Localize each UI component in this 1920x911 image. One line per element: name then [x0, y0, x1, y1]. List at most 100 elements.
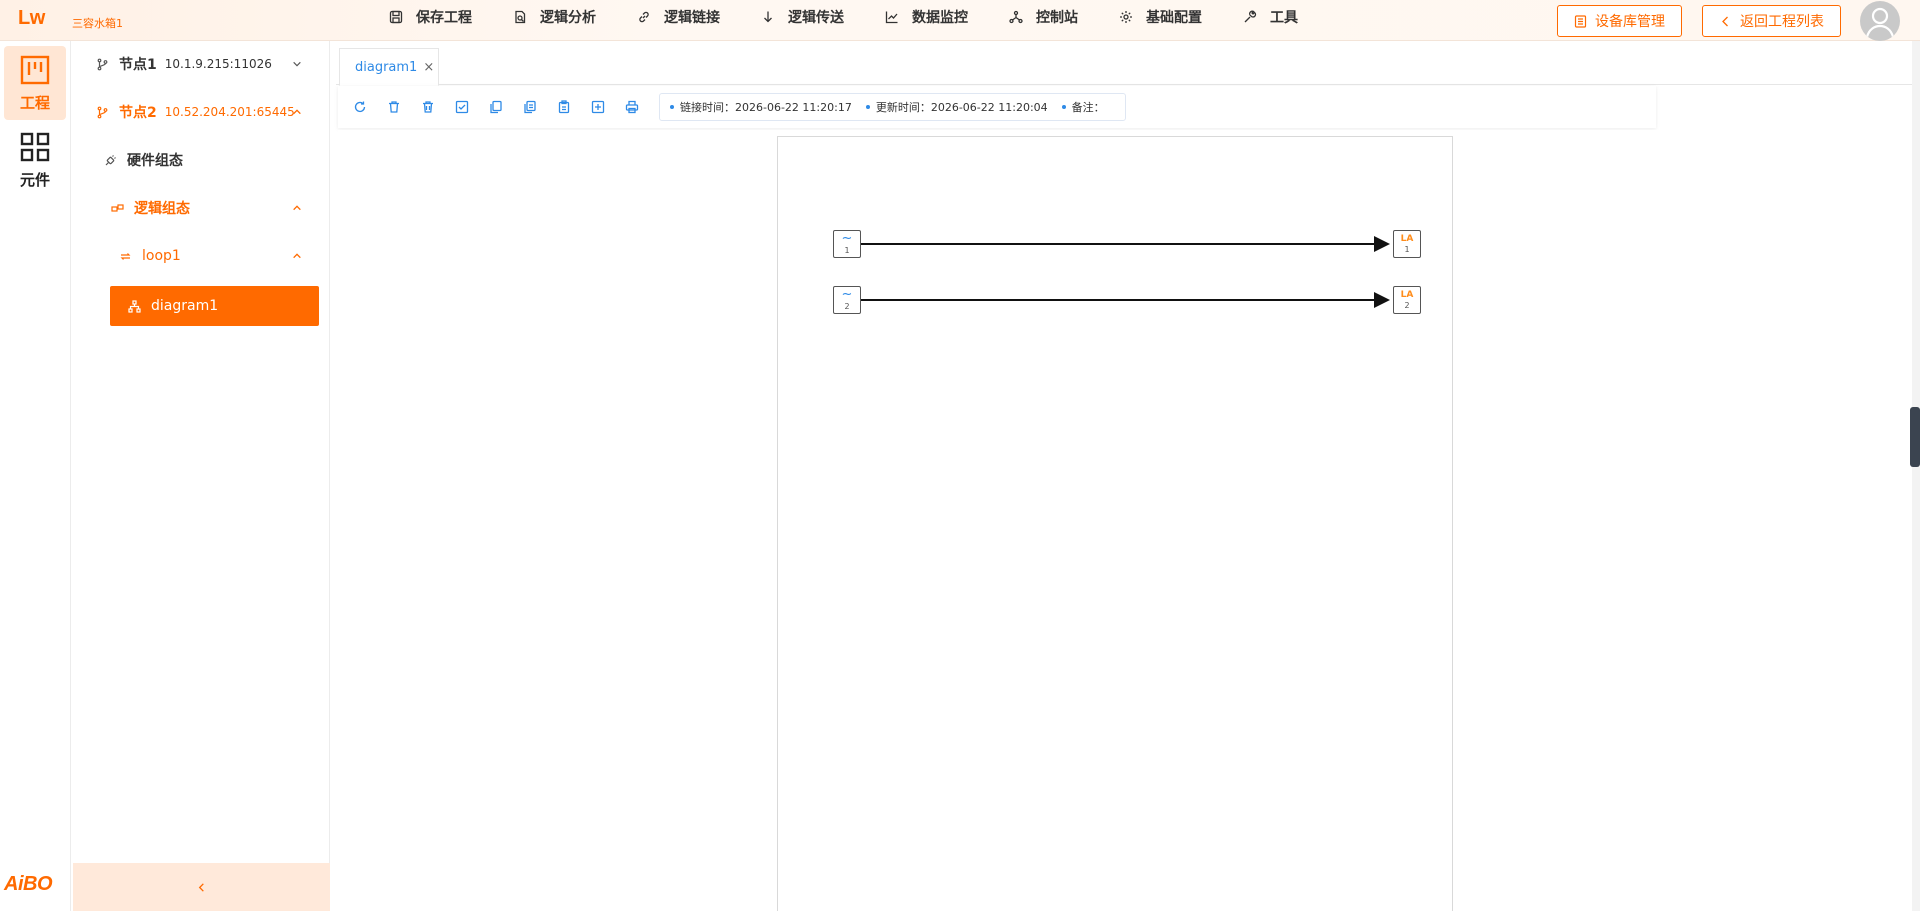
chevron-up-icon[interactable]: [291, 202, 303, 214]
vertical-scrollbar[interactable]: [1912, 41, 1920, 911]
delete-all-icon[interactable]: [419, 99, 436, 116]
rail-item-project[interactable]: 工程: [4, 46, 66, 120]
menu-data-monitor-label: 数据监控: [912, 10, 968, 26]
rail-item-components[interactable]: 元件: [4, 123, 66, 197]
tree-node-1[interactable]: 节点1 10.1.9.215:11026: [73, 44, 330, 84]
remark: 备注：: [1061, 99, 1105, 115]
bullet-dot: [1061, 105, 1066, 109]
link-icon: [636, 9, 652, 25]
la-label: LA: [1400, 234, 1414, 244]
menu-logic-analysis[interactable]: 逻辑分析: [512, 7, 596, 27]
tree-node-2-label: 节点2: [119, 105, 157, 121]
copy-multi-icon[interactable]: [521, 99, 538, 116]
collapse-panel-button[interactable]: [73, 863, 330, 911]
tab-diagram1-label: diagram1: [355, 59, 418, 75]
branch-icon: [95, 57, 109, 71]
network-icon: [1008, 9, 1024, 25]
menu-logic-transfer-label: 逻辑传送: [788, 10, 844, 26]
back-to-list-label: 返回工程列表: [1740, 14, 1824, 30]
scrollbar-thumb[interactable]: [1910, 407, 1920, 467]
wrench-icon: [1242, 9, 1258, 25]
tab-diagram1[interactable]: diagram1 ×: [339, 48, 439, 86]
link-time-value: 2026-06-22 11:20:17: [735, 100, 852, 114]
menu-control-station-label: 控制站: [1036, 10, 1078, 26]
editor-tabs: diagram1 ×: [336, 43, 1920, 86]
check-icon[interactable]: [453, 99, 470, 116]
refresh-icon[interactable]: [351, 99, 368, 116]
chevron-left-icon: [1722, 16, 1728, 26]
menu-logic-link[interactable]: 逻辑链接: [636, 7, 720, 27]
tree-node-1-label: 节点1: [119, 57, 157, 73]
block-number: 2: [1404, 301, 1410, 310]
tree-diagram1-label: diagram1: [151, 298, 219, 314]
chevron-left-icon: [198, 882, 204, 892]
diagram-canvas[interactable]: ~ 1 ~ 2 LA 1 LA 2: [338, 130, 1912, 911]
update-time: 更新时间： 2026-06-22 11:20:04: [865, 99, 1048, 115]
menu-logic-transfer[interactable]: 逻辑传送: [760, 7, 844, 27]
signal-block-2[interactable]: ~ 2: [833, 286, 861, 314]
chevron-down-icon[interactable]: [291, 58, 303, 70]
tree-diagram1[interactable]: diagram1: [110, 286, 319, 326]
link-info-box: 链接时间： 2026-06-22 11:20:17 更新时间： 2026-06-…: [659, 93, 1126, 121]
logic-blocks-icon: [110, 201, 124, 215]
back-to-list-button[interactable]: 返回工程列表: [1702, 5, 1841, 37]
loop-icon: [118, 249, 132, 263]
tree-logic-config-label: 逻辑组态: [134, 201, 190, 217]
menu-tools[interactable]: 工具: [1242, 7, 1298, 27]
la-block-1[interactable]: LA 1: [1393, 230, 1421, 258]
add-icon[interactable]: [589, 99, 606, 116]
tree-loop1[interactable]: loop1: [73, 236, 330, 276]
arrow-down-icon: [760, 9, 776, 25]
menu-control-station[interactable]: 控制站: [1008, 7, 1078, 27]
diagram-toolbar: 链接时间： 2026-06-22 11:20:17 更新时间： 2026-06-…: [338, 86, 1656, 128]
tree-hardware-config[interactable]: 硬件组态: [73, 140, 330, 180]
block-number: 2: [844, 302, 850, 311]
main-menu: 保存工程 逻辑分析 逻辑链接 逻辑传送 数据监控 控制站 基础配置 工具: [388, 0, 1338, 34]
diagram-page[interactable]: ~ 1 ~ 2 LA 1 LA 2: [777, 136, 1453, 911]
menu-save-project[interactable]: 保存工程: [388, 7, 472, 27]
user-icon: [1865, 7, 1895, 38]
tree-logic-config[interactable]: 逻辑组态: [73, 188, 330, 228]
menu-data-monitor[interactable]: 数据监控: [884, 7, 968, 27]
paste-icon[interactable]: [555, 99, 572, 116]
tree-hardware-config-label: 硬件组态: [127, 153, 183, 169]
gear-icon: [1118, 9, 1134, 25]
chevron-up-icon[interactable]: [291, 106, 303, 118]
save-icon: [388, 9, 404, 25]
copy-icon[interactable]: [487, 99, 504, 116]
avatar[interactable]: [1860, 1, 1900, 41]
tree-node-2[interactable]: 节点2 10.52.204.201:65445: [73, 92, 330, 132]
plug-icon: [103, 153, 117, 167]
menu-basic-config[interactable]: 基础配置: [1118, 7, 1202, 27]
signal-block-1[interactable]: ~ 1: [833, 230, 861, 258]
bullet-dot: [670, 105, 674, 109]
print-icon[interactable]: [623, 99, 640, 116]
update-time-value: 2026-06-22 11:20:04: [930, 100, 1048, 114]
analysis-icon: [512, 9, 528, 25]
tree-loop1-label: loop1: [142, 248, 181, 264]
link-time: 链接时间： 2026-06-22 11:20:17: [670, 99, 852, 115]
chevron-up-icon[interactable]: [291, 250, 303, 262]
menu-tools-label: 工具: [1270, 10, 1298, 26]
project-tree: 节点1 10.1.9.215:11026 节点2 10.52.204.201:6…: [73, 41, 330, 911]
project-name: 三容水箱1: [72, 17, 123, 30]
chart-line-icon: [884, 9, 900, 25]
close-icon[interactable]: ×: [423, 60, 434, 75]
wave-icon: ~: [841, 287, 853, 302]
rail-item-project-label: 工程: [19, 94, 50, 112]
list-icon: [1574, 14, 1587, 28]
link-time-label: 链接时间：: [680, 101, 735, 114]
update-time-label: 更新时间：: [875, 101, 931, 114]
remark-label: 备注：: [1071, 101, 1105, 114]
connection-lines: [861, 236, 1390, 308]
left-rail: 工程 元件 AiBO: [0, 41, 71, 911]
project-icon: [20, 55, 50, 85]
delete-icon[interactable]: [385, 99, 402, 116]
rail-item-components-label: 元件: [19, 171, 50, 189]
device-library-button[interactable]: 设备库管理: [1557, 5, 1682, 37]
block-number: 1: [1404, 245, 1410, 254]
la-block-2[interactable]: LA 2: [1393, 286, 1421, 314]
block-number: 1: [844, 246, 850, 255]
diagram-icon: [127, 299, 141, 313]
la-label: LA: [1400, 290, 1414, 300]
